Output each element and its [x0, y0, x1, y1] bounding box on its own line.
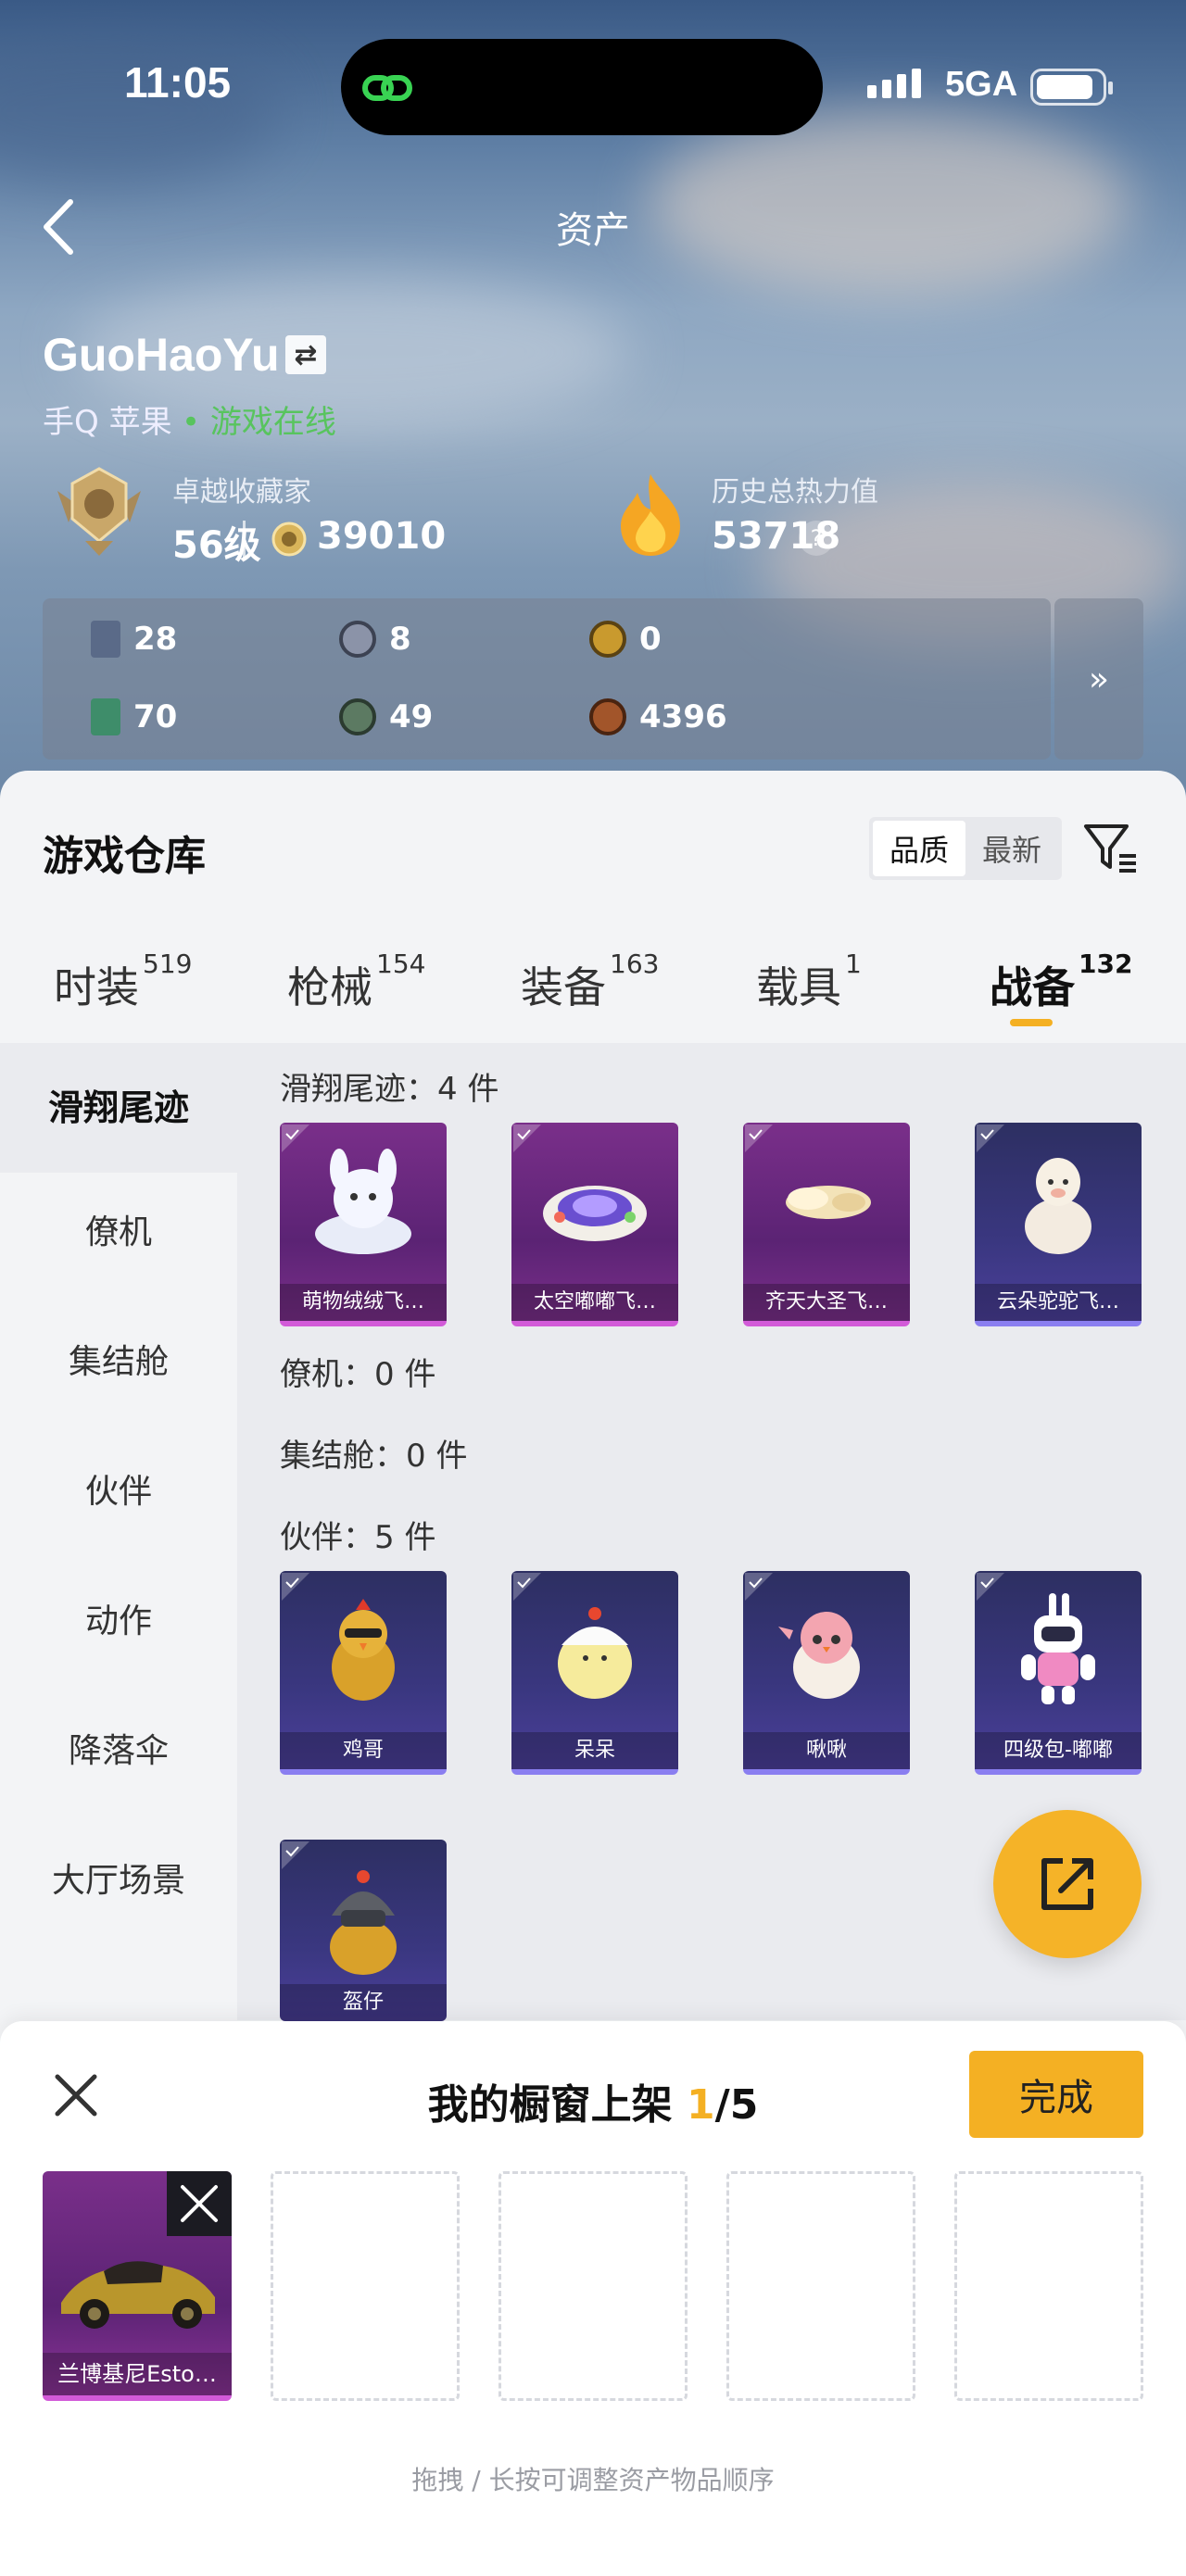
collection-points: 39010	[317, 515, 447, 558]
category-parachute[interactable]: 降落伞	[0, 1728, 237, 1775]
pink-bird-icon	[778, 1612, 860, 1699]
check-icon	[745, 1573, 773, 1601]
showcase-slot-empty[interactable]	[954, 2171, 1143, 2401]
item-card[interactable]: 盔仔	[280, 1840, 447, 2021]
online-status: • 游戏在线	[182, 404, 336, 441]
warehouse-title: 游戏仓库	[43, 833, 206, 880]
bronze-coin-icon	[589, 698, 626, 735]
collection-point-icon	[271, 521, 307, 557]
section-title-partner: 伙伴：5 件	[280, 1519, 436, 1556]
section-title-assembly-pod: 集结舱：0 件	[280, 1438, 468, 1475]
asset-stats-panel	[43, 598, 1051, 760]
share-button[interactable]	[993, 1810, 1142, 1958]
category-wingman[interactable]: 僚机	[0, 1210, 237, 1256]
showcase-slot-empty[interactable]	[726, 2171, 915, 2401]
remove-item-button[interactable]	[167, 2171, 232, 2236]
space-saucer-icon	[543, 1186, 647, 1241]
status-time: 11:05	[124, 58, 232, 107]
check-icon	[513, 1125, 541, 1152]
player-name: GuoHaoYu	[43, 329, 280, 381]
gold-sports-car-icon	[61, 2261, 215, 2329]
battery-icon	[1030, 69, 1113, 106]
silver-coin-icon	[339, 621, 376, 658]
platform-label: 手Q 苹果	[43, 404, 172, 441]
tab-combat-gear[interactable]: 战备 132	[990, 949, 1132, 1015]
item-card[interactable]: 鸡哥	[280, 1571, 447, 1775]
heat-label: 历史总热力值	[712, 476, 878, 509]
sort-toggle: 品质 最新	[869, 817, 1062, 880]
collector-medal-icon	[57, 467, 141, 556]
filter-icon[interactable]	[1079, 815, 1143, 880]
category-glide-trail[interactable]: 滑翔尾迹	[0, 1043, 237, 1173]
item-card[interactable]: 呆呆	[511, 1571, 678, 1775]
category-lobby-scene[interactable]: 大厅场景	[0, 1858, 237, 1904]
card-icon	[91, 621, 120, 658]
check-icon	[282, 1841, 309, 1869]
network-type: 5GA	[945, 65, 1018, 104]
stat-item: 49	[339, 698, 433, 735]
stat-item: 70	[91, 698, 177, 735]
sort-quality-button[interactable]: 品质	[873, 821, 965, 876]
item-card[interactable]: 四级包-嘟嘟	[975, 1571, 1142, 1775]
help-icon[interactable]: ?	[799, 521, 834, 556]
tab-weapons[interactable]: 枪械 154	[287, 949, 425, 1015]
done-button[interactable]: 完成	[969, 2051, 1143, 2138]
check-icon	[282, 1573, 309, 1601]
category-emote[interactable]: 动作	[0, 1599, 237, 1645]
item-card[interactable]: 啾啾	[743, 1571, 910, 1775]
cloud-trail-icon	[786, 1186, 871, 1219]
green-card-icon	[91, 698, 120, 735]
plush-bunny-icon	[315, 1149, 411, 1254]
collector-title: 卓越收藏家	[172, 476, 311, 509]
reorder-hint: 拖拽 / 长按可调整资产物品顺序	[411, 2465, 775, 2495]
item-card[interactable]: 齐天大圣飞…	[743, 1123, 910, 1326]
close-icon	[181, 2185, 218, 2222]
item-card[interactable]: 太空嘟嘟飞…	[511, 1123, 678, 1326]
showcase-slot-empty[interactable]	[498, 2171, 688, 2401]
helmet-chick-icon	[330, 1870, 397, 1975]
section-title-glide-trail: 滑翔尾迹：4 件	[280, 1071, 499, 1108]
divider	[243, 521, 246, 558]
stat-item: 28	[91, 621, 177, 658]
sort-latest-button[interactable]: 最新	[965, 821, 1058, 876]
check-icon	[977, 1573, 1004, 1601]
check-icon	[282, 1125, 309, 1152]
tab-equipment[interactable]: 装备 163	[521, 949, 659, 1015]
signal-icon	[867, 69, 921, 98]
item-card[interactable]: 云朵驼驼飞…	[975, 1123, 1142, 1326]
flame-icon	[621, 474, 680, 556]
tab-vehicles[interactable]: 载具 1	[756, 949, 862, 1015]
tab-fashion[interactable]: 时装 519	[54, 949, 192, 1015]
check-icon	[513, 1573, 541, 1601]
collector-level: 56级	[172, 524, 261, 567]
showcase-count: 1	[687, 2081, 715, 2129]
page-title: 资产	[556, 209, 630, 252]
stat-item: 4396	[589, 698, 727, 735]
chicken-icon	[332, 1599, 395, 1701]
alpaca-icon	[1025, 1158, 1091, 1254]
chick-icon	[558, 1607, 632, 1699]
section-title-wingman: 僚机：0 件	[280, 1356, 436, 1393]
green-orb-icon	[339, 698, 376, 735]
share-icon	[1041, 1858, 1093, 1910]
active-tab-indicator	[1010, 1019, 1053, 1026]
check-icon	[977, 1125, 1004, 1152]
check-icon	[745, 1125, 773, 1152]
category-partner[interactable]: 伙伴	[0, 1469, 237, 1515]
item-card[interactable]: 萌物绒绒飞…	[280, 1123, 447, 1326]
switch-account-icon[interactable]: ⇄	[285, 335, 326, 374]
showcase-slot-filled[interactable]: 兰博基尼Esto…	[43, 2171, 232, 2401]
robot-bunny-icon	[1021, 1593, 1095, 1704]
category-assembly-pod[interactable]: 集结舱	[0, 1339, 237, 1386]
stat-item: 8	[339, 621, 411, 658]
showcase-slot-empty[interactable]	[271, 2171, 460, 2401]
stats-expand-button[interactable]: »	[1054, 598, 1143, 760]
gold-coin-icon	[589, 621, 626, 658]
link-icon	[362, 75, 412, 101]
stat-item: 0	[589, 621, 662, 658]
